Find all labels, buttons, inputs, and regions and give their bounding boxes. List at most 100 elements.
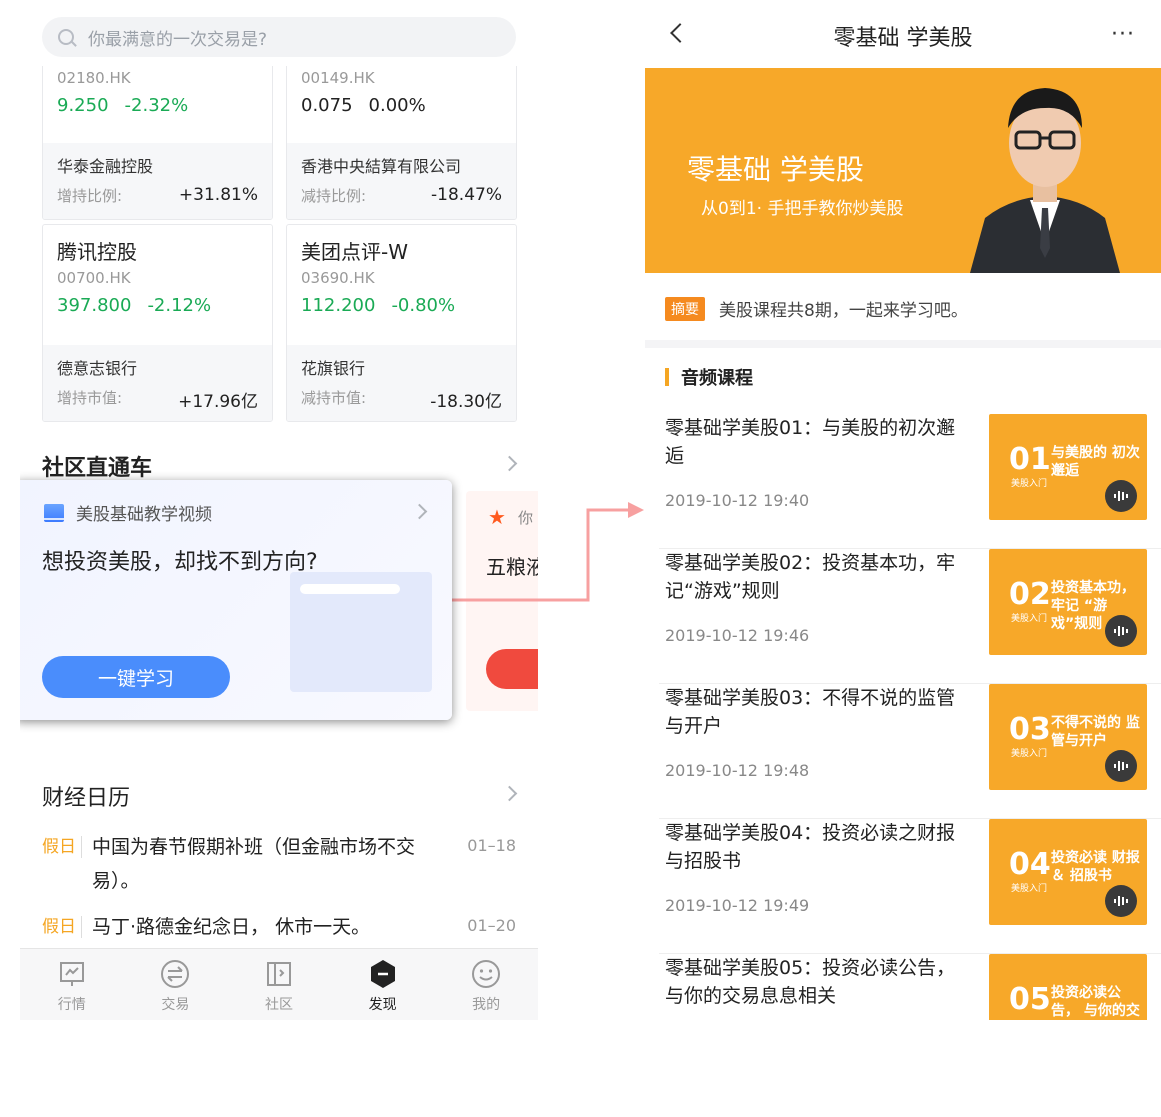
calendar-tag: 假日 xyxy=(42,916,82,938)
thumb-number: 01 xyxy=(1009,442,1051,477)
banner-subtitle: 从0到1· 手把手教你炒美股 xyxy=(701,199,904,219)
hold-value: +31.81% xyxy=(178,185,258,205)
tab-label: 我的 xyxy=(472,997,501,1013)
discover-icon xyxy=(368,959,398,989)
course-title: 零基础学美股02：投资基本功，牢记“游戏”规则 xyxy=(665,552,956,602)
hold-value: -18.47% xyxy=(431,185,502,205)
audio-section-header: 音频课程 xyxy=(665,364,753,390)
holder-name: 德意志银行 xyxy=(57,359,138,378)
holder-name: 花旗银行 xyxy=(301,359,366,378)
hold-value: +17.96亿 xyxy=(178,392,258,412)
next-card-button[interactable] xyxy=(486,649,538,689)
tab-label: 行情 xyxy=(57,997,86,1013)
trade-icon xyxy=(160,959,190,989)
tab-profile[interactable]: 我的 xyxy=(434,949,538,1020)
thumb-number: 04 xyxy=(1009,847,1051,882)
banner-title: 零基础 学美股 xyxy=(687,153,864,186)
course-title: 零基础学美股05：投资必读公告，与你的交易息息相关 xyxy=(665,957,956,1007)
stock-code: 00700.HK xyxy=(57,269,131,287)
thumb-number: 03 xyxy=(1009,712,1051,747)
thumb-sub: 美股入门 xyxy=(1011,884,1048,894)
course-item[interactable]: 零基础学美股03：不得不说的监管与开户 2019-10-12 19:48 03 … xyxy=(659,684,1161,819)
tab-market[interactable]: 行情 xyxy=(20,949,124,1020)
chevron-right-icon[interactable] xyxy=(501,785,518,802)
course-thumbnail: 03 美股入门 不得不说的 监管与开户 xyxy=(989,684,1147,790)
flow-arrow-icon xyxy=(452,502,644,602)
course-item[interactable]: 零基础学美股01：与美股的初次邂逅 2019-10-12 19:40 01 美股… xyxy=(659,414,1161,549)
thumb-text: 与美股的 初次邂逅 xyxy=(1051,445,1140,479)
stock-change: -2.32% xyxy=(124,95,189,116)
audio-play-icon[interactable] xyxy=(1105,750,1137,782)
stock-change: -0.80% xyxy=(391,295,456,316)
hold-value: -18.30亿 xyxy=(430,392,502,412)
course-banner: 零基础 学美股 从0到1· 手把手教你炒美股 xyxy=(645,68,1161,273)
thumb-sub: 美股入门 xyxy=(1011,614,1048,624)
course-item[interactable]: 零基础学美股05：投资必读公告，与你的交易息息相关 05 投资必读公告， 与你的… xyxy=(659,954,1161,1020)
summary-text: 美股课程共8期，一起来学习吧。 xyxy=(719,301,968,321)
search-placeholder: 你最满意的一次交易是? xyxy=(88,29,268,50)
nav-title: 零基础 学美股 xyxy=(833,26,973,51)
course-item[interactable]: 零基础学美股04：投资必读之财报与招股书 2019-10-12 19:49 04… xyxy=(659,819,1161,954)
stock-price: 397.800 xyxy=(57,295,132,316)
calendar-row[interactable]: 假日 马丁·路德金纪念日， 休市一天。 01–20 xyxy=(42,916,516,944)
course-thumbnail: 02 美股入门 投资基本功，牢记 “游戏”规则 xyxy=(989,549,1147,655)
summary-row: 摘要 美股课程共8期，一起来学习吧。 xyxy=(665,296,968,321)
summary-tag: 摘要 xyxy=(665,296,705,321)
audio-play-icon[interactable] xyxy=(1105,615,1137,647)
search-bar-overlay[interactable]: 你最满意的一次交易是? xyxy=(42,17,516,57)
course-popup-card[interactable]: 美股基础教学视频 想投资美股，却找不到方向? 一键学习 xyxy=(20,480,452,720)
stock-price: 112.200 xyxy=(301,295,376,316)
thumb-number: 02 xyxy=(1009,577,1051,612)
audio-section-title: 音频课程 xyxy=(681,368,753,389)
more-icon[interactable]: ··· xyxy=(1111,22,1135,47)
holder-name: 华泰金融控股 xyxy=(57,157,154,176)
stock-price: 0.075 xyxy=(301,95,353,116)
calendar-tag: 假日 xyxy=(42,836,82,858)
accent-bar xyxy=(665,368,669,386)
book-icon xyxy=(44,503,64,522)
stock-code: 00149.HK xyxy=(301,69,375,87)
search-icon xyxy=(58,29,74,45)
audio-play-icon[interactable] xyxy=(1105,480,1137,512)
community-title: 社区直通车 xyxy=(42,456,153,481)
stock-price: 9.250 xyxy=(57,95,109,116)
stock-change: 0.00% xyxy=(368,95,426,116)
stock-name: 腾讯控股 xyxy=(57,240,137,264)
thumb-text: 投资必读公告， 与你的交易 xyxy=(1051,985,1140,1019)
hold-label: 增持比例: xyxy=(57,187,123,205)
stock-card[interactable]: 腾讯控股 00700.HK 397.800 -2.12% 德意志银行 增持市值: +… xyxy=(42,224,273,422)
hold-label: 增持市值: xyxy=(57,389,123,407)
stock-code: 02180.HK xyxy=(57,69,131,87)
section-divider xyxy=(645,340,1161,348)
course-title: 零基础学美股01：与美股的初次邂逅 xyxy=(665,417,956,467)
profile-icon xyxy=(471,959,501,989)
tab-community[interactable]: 社区 xyxy=(227,949,331,1020)
calendar-date: 01–18 xyxy=(467,836,516,855)
book-illustration xyxy=(290,572,432,692)
calendar-title: 财经日历 xyxy=(42,786,131,811)
hold-label: 减持比例: xyxy=(301,187,367,205)
stock-name: 美团点评-W xyxy=(301,240,408,264)
holder-name: 香港中央結算有限公司 xyxy=(301,157,462,176)
community-icon xyxy=(264,959,294,989)
popup-header: 美股基础教学视频 xyxy=(76,505,212,525)
chevron-right-icon[interactable] xyxy=(501,455,518,472)
tab-discover[interactable]: 发现 xyxy=(331,949,435,1020)
course-date: 2019-10-12 19:40 xyxy=(665,491,810,510)
course-date: 2019-10-12 19:46 xyxy=(665,626,810,645)
audio-play-icon[interactable] xyxy=(1105,885,1137,917)
tab-trade[interactable]: 交易 xyxy=(124,949,228,1020)
stock-code: 03690.HK xyxy=(301,269,375,287)
calendar-row[interactable]: 假日 中国为春节假期补班（但金融市场不交易）。 01–18 xyxy=(42,836,516,898)
nav-bar: 零基础 学美股 ··· xyxy=(645,0,1161,68)
course-item[interactable]: 零基础学美股02：投资基本功，牢记“游戏”规则 2019-10-12 19:46… xyxy=(659,549,1161,684)
calendar-date: 01–20 xyxy=(467,916,516,935)
thumb-sub: 美股入门 xyxy=(1011,749,1048,759)
chevron-right-icon[interactable] xyxy=(411,503,428,520)
stock-card[interactable]: 美团点评-W 03690.HK 112.200 -0.80% 花旗银行 减持市值:… xyxy=(286,224,517,422)
calendar-text: 马丁·路德金纪念日， 休市一天。 xyxy=(92,916,371,938)
course-date: 2019-10-12 19:49 xyxy=(665,896,810,915)
thumb-text: 不得不说的 监管与开户 xyxy=(1051,715,1140,749)
learn-now-button[interactable]: 一键学习 xyxy=(42,656,230,698)
calendar-text: 中国为春节假期补班（但金融市场不交易）。 xyxy=(92,836,416,892)
